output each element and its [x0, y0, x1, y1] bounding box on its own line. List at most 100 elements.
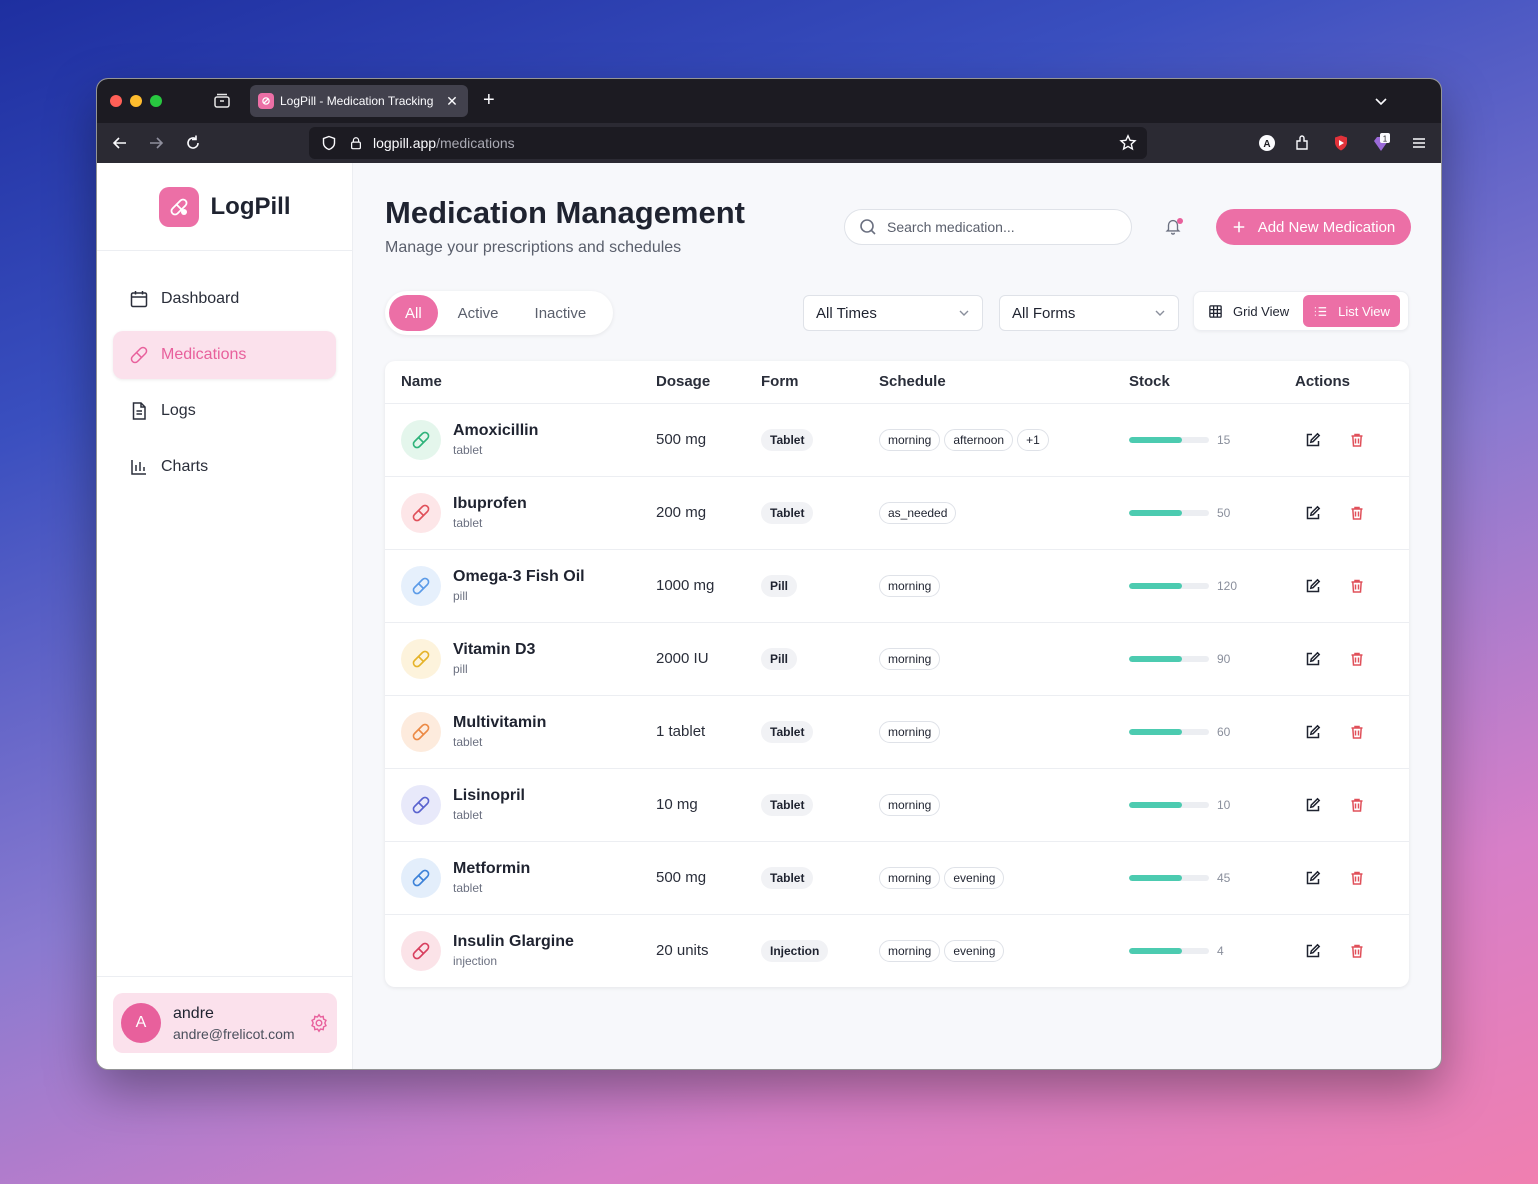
stock-value: 50: [1217, 505, 1231, 520]
search-input[interactable]: [887, 219, 1107, 235]
tab-active[interactable]: Active: [442, 295, 515, 331]
dosage-cell: 500 mg: [656, 403, 761, 477]
tab-inactive[interactable]: Inactive: [519, 295, 603, 331]
trash-icon[interactable]: [1349, 943, 1365, 959]
schedule-chips: morning: [879, 720, 1129, 743]
address-bar[interactable]: logpill.app/medications: [309, 127, 1147, 159]
new-tab-icon[interactable]: +: [483, 89, 495, 111]
edit-icon[interactable]: [1305, 724, 1321, 740]
tab-all[interactable]: All: [389, 295, 438, 331]
grid-view-button[interactable]: Grid View: [1198, 295, 1299, 327]
dosage-cell: 20 units: [656, 942, 709, 960]
table-row[interactable]: Amoxicillin tablet 500 mg Tablet morning…: [385, 403, 1409, 477]
trash-icon[interactable]: [1349, 651, 1365, 667]
stock-value: 60: [1217, 724, 1231, 739]
trash-icon[interactable]: [1349, 505, 1365, 521]
brand-name: LogPill: [210, 192, 291, 220]
back-arrow-icon[interactable]: [111, 134, 129, 152]
brand-logo[interactable]: LogPill: [97, 163, 352, 251]
trash-icon[interactable]: [1349, 724, 1365, 740]
form-filter-value: All Forms: [1012, 304, 1076, 322]
medication-name: Ibuprofen: [453, 495, 527, 512]
stock-bar-fill: [1129, 801, 1182, 808]
browser-window: LogPill - Medication Tracking ✕ + logpil…: [96, 78, 1442, 1070]
schedule-chips: morning: [879, 793, 1129, 816]
edit-icon[interactable]: [1305, 651, 1321, 667]
edit-icon[interactable]: [1305, 505, 1321, 521]
add-medication-button[interactable]: Add New Medication: [1216, 209, 1411, 245]
stock-value: 90: [1217, 651, 1231, 666]
user-name: andre: [173, 1004, 214, 1022]
form-filter-select[interactable]: All Forms: [999, 295, 1179, 331]
browser-tab[interactable]: LogPill - Medication Tracking ✕: [250, 85, 468, 117]
url-path: /medications: [436, 135, 515, 151]
stock-bar-fill: [1129, 582, 1182, 589]
tab-list-chevron-icon[interactable]: [1373, 93, 1389, 114]
shield-extension-icon[interactable]: [1331, 133, 1351, 153]
table-row[interactable]: Vitamin D3 pill 2000 IU Pill morning 90: [385, 622, 1409, 696]
medication-name: Omega-3 Fish Oil: [453, 568, 585, 585]
schedule-chip: morning: [879, 793, 941, 816]
edit-icon[interactable]: [1305, 797, 1321, 813]
table-row[interactable]: Ibuprofen tablet 200 mg Tablet as_needed…: [385, 476, 1409, 550]
pill-icon: [401, 638, 441, 679]
trash-icon[interactable]: [1349, 797, 1365, 813]
medication-name: Amoxicillin: [453, 422, 539, 439]
menu-hamburger-icon[interactable]: [1409, 133, 1429, 153]
bookmark-star-icon[interactable]: [1119, 134, 1137, 157]
pill-icon: [401, 711, 441, 752]
medication-type: tablet: [453, 443, 483, 457]
tab-overview-icon[interactable]: [213, 92, 231, 110]
sidebar-item-logs[interactable]: Logs: [113, 387, 336, 435]
edit-icon[interactable]: [1305, 578, 1321, 594]
schedule-chip: morning: [879, 574, 941, 597]
table-row[interactable]: Multivitamin tablet 1 tablet Tablet morn…: [385, 695, 1409, 769]
sidebar-item-dashboard[interactable]: Dashboard: [113, 275, 336, 323]
window-controls: [110, 95, 162, 107]
column-header-form: Form: [761, 361, 879, 404]
stock-bar-fill: [1129, 436, 1182, 443]
sidebar-divider: [97, 976, 352, 977]
logpill-logo-icon: [158, 186, 199, 227]
close-window-button[interactable]: [110, 95, 122, 107]
tab-close-icon[interactable]: ✕: [444, 93, 460, 110]
grid-icon: [1209, 304, 1222, 318]
trash-icon[interactable]: [1349, 578, 1365, 594]
lock-icon: [351, 137, 361, 150]
trash-icon[interactable]: [1349, 870, 1365, 886]
account-icon[interactable]: A: [1257, 133, 1277, 153]
edit-icon[interactable]: [1305, 943, 1321, 959]
app-content: LogPill Dashboard Medications Logs Chart…: [97, 163, 1441, 1069]
user-profile-card[interactable]: A andre andre@frelicot.com: [113, 993, 337, 1053]
table-row[interactable]: Insulin Glargine injection 20 units Inje…: [385, 914, 1409, 987]
table-row[interactable]: Lisinopril tablet 10 mg Tablet morning 1…: [385, 768, 1409, 842]
search-box[interactable]: [844, 209, 1132, 245]
gear-icon[interactable]: [309, 1013, 329, 1033]
column-header-name: Name: [385, 361, 656, 404]
medication-name: Vitamin D3: [453, 641, 536, 658]
dosage-cell: 2000 IU: [656, 622, 761, 696]
extensions-puzzle-icon[interactable]: [1293, 133, 1313, 153]
form-badge: Tablet: [761, 428, 814, 451]
stock-bar: [1129, 509, 1209, 516]
edit-icon[interactable]: [1305, 870, 1321, 886]
table-row[interactable]: Metformin tablet 500 mg Tablet morning ev…: [385, 841, 1409, 915]
vpn-extension-icon[interactable]: 1: [1371, 133, 1391, 153]
stock-bar: [1129, 947, 1209, 954]
maximize-window-button[interactable]: [150, 95, 162, 107]
table-row[interactable]: Omega-3 Fish Oil pill 1000 mg Pill morni…: [385, 549, 1409, 623]
stock-bar: [1129, 436, 1209, 443]
time-filter-select[interactable]: All Times: [803, 295, 983, 331]
edit-icon[interactable]: [1305, 432, 1321, 448]
forward-arrow-icon[interactable]: [147, 134, 165, 152]
sidebar-item-charts[interactable]: Charts: [113, 443, 336, 491]
schedule-chips: morning: [879, 647, 1129, 670]
status-filter-tabs: All Active Inactive: [385, 291, 613, 335]
trash-icon[interactable]: [1349, 432, 1365, 448]
reload-icon[interactable]: [184, 134, 202, 152]
sidebar-item-medications[interactable]: Medications: [113, 331, 336, 379]
medication-type: tablet: [453, 808, 483, 822]
list-view-button[interactable]: List View: [1303, 295, 1400, 327]
dosage-cell: 1 tablet: [656, 695, 761, 769]
minimize-window-button[interactable]: [130, 95, 142, 107]
